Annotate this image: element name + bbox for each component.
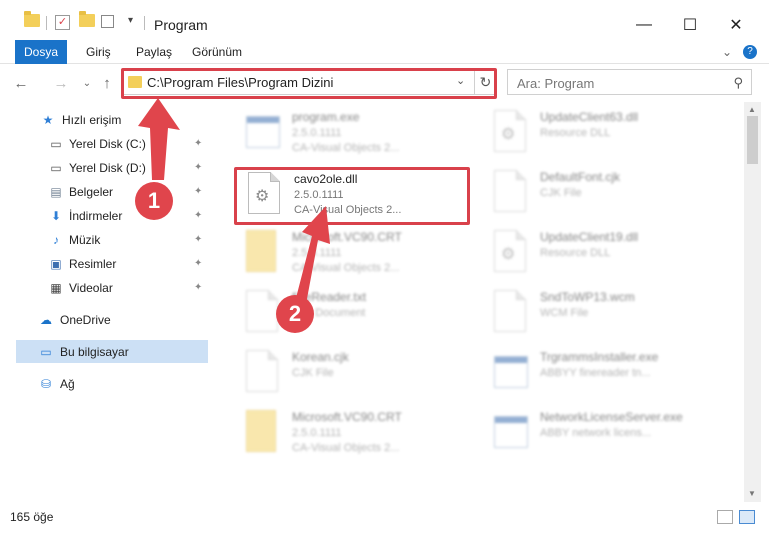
annotation-layer (138, 98, 330, 304)
step-badge-1: 1 (135, 182, 173, 220)
item-count: 165 öğe (10, 510, 54, 524)
large-icons-view-icon[interactable] (739, 510, 755, 524)
arrow-2 (296, 206, 330, 304)
details-view-icon[interactable] (717, 510, 733, 524)
arrow-1 (138, 98, 180, 180)
step-badge-2: 2 (276, 295, 314, 333)
status-bar: 165 öğe (0, 502, 769, 539)
